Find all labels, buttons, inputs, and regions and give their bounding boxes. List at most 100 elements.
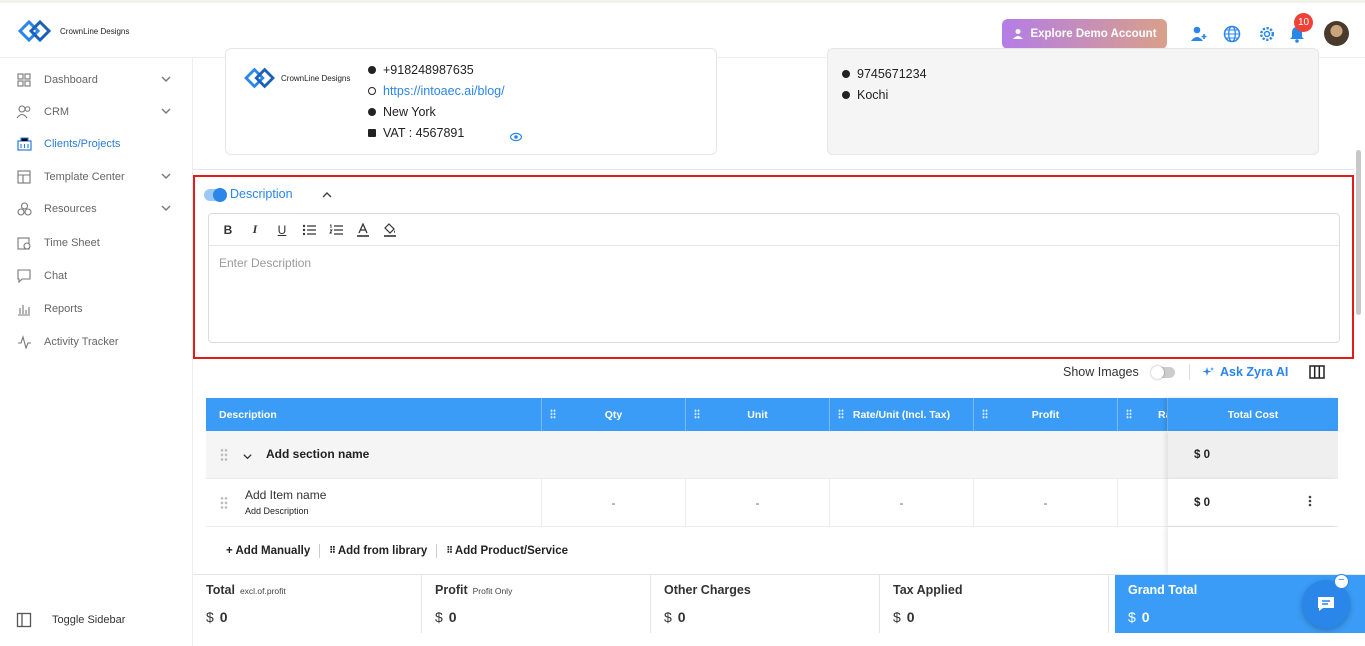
description-toggle[interactable] (204, 188, 227, 202)
total-label: Total (206, 583, 235, 597)
brand-logo[interactable]: CrownLine Designs (16, 17, 129, 45)
minimize-chat-icon[interactable]: − (1334, 574, 1349, 589)
item-name-input[interactable]: Add Item name (245, 488, 326, 502)
total-sublabel: excl.of.profit (239, 586, 286, 596)
toggle-sidebar-button[interactable]: Toggle Sidebar (16, 612, 125, 628)
sidebar-toggle-icon (16, 612, 32, 628)
clock-icon (16, 235, 32, 251)
drag-handle-icon[interactable] (220, 496, 228, 510)
sidebar-item-clients-projects[interactable]: Clients/Projects (16, 133, 176, 155)
sidebar-item-label: Chat (44, 270, 68, 282)
scrollbar[interactable] (1356, 150, 1361, 315)
text-color-icon[interactable] (354, 221, 372, 239)
bold-icon[interactable]: B (219, 221, 237, 239)
col-rate[interactable]: Rate/Unit (Incl. Tax) (830, 398, 974, 431)
sidebar-item-reports[interactable]: Reports (16, 298, 176, 320)
show-images-toggle[interactable] (1151, 366, 1175, 379)
avatar[interactable] (1324, 21, 1349, 46)
sidebar-item-label: Resources (44, 203, 97, 215)
client-location-row: Kochi (842, 88, 888, 102)
chevron-up-icon[interactable] (321, 188, 333, 206)
sidebar-item-activity-tracker[interactable]: Activity Tracker (16, 331, 176, 353)
building-icon (16, 136, 32, 152)
gear-icon[interactable] (1258, 25, 1276, 43)
italic-icon[interactable]: I (246, 221, 264, 239)
eye-icon[interactable] (509, 129, 523, 147)
sidebar-item-chat[interactable]: Chat (16, 265, 176, 287)
section-name-input[interactable]: Add section name (266, 447, 369, 461)
bullet-list-icon[interactable] (300, 221, 318, 239)
sidebar-item-resources[interactable]: Resources (16, 198, 176, 220)
col-ra[interactable]: Ra (1118, 398, 1168, 431)
col-description: Description (206, 398, 542, 431)
col-profit[interactable]: Profit (974, 398, 1118, 431)
company-website-row: https://intoaec.ai/blog/ (368, 84, 505, 98)
document-icon (368, 129, 376, 137)
col-header-label: Profit (1031, 408, 1060, 421)
item-profit-cell[interactable]: - (974, 479, 1118, 526)
col-header-label: Qty (604, 408, 623, 421)
chevron-down-icon[interactable] (242, 449, 253, 467)
phone-icon (842, 70, 850, 78)
main-content: CrownLine Designs +918248987635 https://… (193, 48, 1365, 646)
item-ra-cell (1118, 479, 1168, 526)
profit-label: Profit (435, 583, 468, 597)
numbered-list-icon[interactable] (327, 221, 345, 239)
item-rate-cell[interactable]: - (830, 479, 974, 526)
phone-icon (368, 66, 376, 74)
description-input[interactable]: Enter Description (219, 256, 311, 270)
resources-icon (16, 201, 32, 217)
tax-applied-value: 0 (906, 609, 915, 625)
add-from-library-label: Add from library (337, 544, 428, 557)
profit-sublabel: Profit Only (472, 586, 513, 596)
more-vertical-icon[interactable] (1308, 495, 1312, 510)
ask-ai-button[interactable]: Ask Zyra AI (1202, 365, 1288, 379)
company-city: New York (383, 105, 436, 119)
sidebar-item-time-sheet[interactable]: Time Sheet (16, 232, 176, 254)
drag-handle-icon[interactable] (220, 448, 228, 462)
company-vat-row: VAT : 4567891 (368, 126, 464, 140)
item-unit-cell[interactable]: - (686, 479, 830, 526)
sidebar-item-dashboard[interactable]: Dashboard (16, 69, 176, 91)
user-icon (1013, 29, 1024, 39)
client-phone: 9745671234 (857, 67, 927, 81)
columns-icon[interactable] (1309, 365, 1325, 384)
sidebar-item-crm[interactable]: CRM (16, 101, 176, 123)
company-website-link[interactable]: https://intoaec.ai/blog/ (383, 84, 505, 98)
add-manually-button[interactable]: + Add Manually (226, 545, 310, 557)
add-product-service-button[interactable]: ⠿ Add Product/Service (446, 545, 568, 557)
sidebar-item-template-center[interactable]: Template Center (16, 166, 176, 188)
total-tax-applied: Tax Applied $0 (880, 575, 1109, 633)
underline-icon[interactable]: U (273, 221, 291, 239)
ask-ai-label: Ask Zyra AI (1220, 365, 1289, 379)
col-qty[interactable]: Qty (542, 398, 686, 431)
template-icon (16, 169, 32, 185)
total-excl-profit: Total excl.of.profit $0 (193, 575, 422, 633)
col-header-label: Unit (747, 408, 768, 421)
sidebar-item-label: Template Center (44, 171, 125, 183)
section-total: $ 0 (1168, 431, 1338, 479)
currency-symbol: $ (206, 609, 214, 625)
col-unit[interactable]: Unit (686, 398, 830, 431)
total-profit: Profit Profit Only $0 (422, 575, 651, 633)
item-qty-cell[interactable]: - (542, 479, 686, 526)
company-phone-row: +918248987635 (368, 63, 474, 77)
divider (1189, 364, 1190, 380)
add-user-icon[interactable] (1190, 25, 1208, 43)
activity-icon (16, 334, 32, 350)
globe-icon[interactable] (1223, 25, 1241, 43)
currency-symbol: $ (893, 609, 901, 625)
add-from-library-button[interactable]: ⠿ Add from library (329, 545, 427, 557)
sidebar-item-label: Time Sheet (44, 237, 100, 249)
chevron-down-icon (160, 105, 172, 120)
sidebar-item-label: Activity Tracker (44, 336, 119, 348)
fill-color-icon[interactable] (381, 221, 399, 239)
company-vat: VAT : 4567891 (383, 126, 465, 140)
currency-symbol: $ (1128, 609, 1136, 625)
item-description-input[interactable]: Add Description (245, 506, 309, 516)
toggle-sidebar-label: Toggle Sidebar (52, 614, 126, 626)
item-total: $ 0 (1168, 479, 1338, 526)
chevron-down-icon (160, 170, 172, 185)
totals-bar: Total excl.of.profit $0 Profit Profit Only… (193, 574, 1365, 633)
explore-demo-button[interactable]: Explore Demo Account (1002, 19, 1167, 49)
